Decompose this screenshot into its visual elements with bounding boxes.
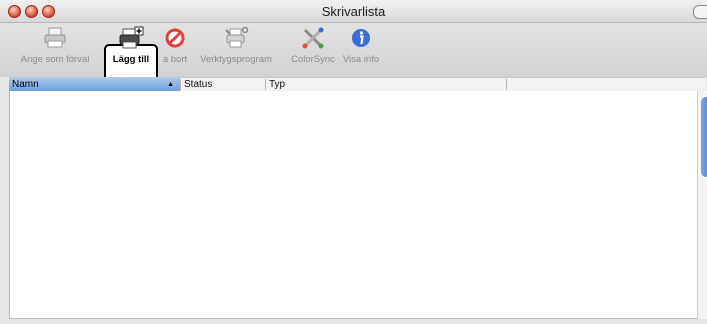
utility-button[interactable]: Verktygsprogram: [195, 26, 277, 65]
sort-ascending-icon: ▲: [167, 81, 174, 88]
delete-printer-button[interactable]: a bort: [159, 26, 191, 65]
printer-default-icon: [44, 27, 66, 48]
titlebar: Skrivarlista: [0, 0, 707, 23]
delete-printer-label: a bort: [162, 54, 188, 65]
column-status-label: Status: [184, 79, 213, 90]
printer-list[interactable]: [9, 91, 698, 319]
show-info-button[interactable]: Visa info: [339, 26, 383, 65]
delete-icon: [165, 28, 185, 48]
set-default-button[interactable]: Ange som förval: [16, 26, 94, 65]
utility-label: Verktygsprogram: [200, 54, 272, 65]
column-header-row: Namn ▲ Status Typ: [9, 77, 706, 92]
add-printer-label: Lägg till: [112, 54, 150, 65]
column-status[interactable]: Status: [181, 78, 265, 91]
window-title: Skrivarlista: [321, 4, 386, 19]
info-icon: [352, 29, 370, 47]
column-type-label: Typ: [269, 79, 286, 90]
toolbar: Ange som förval Lägg till a bort Verktyg…: [0, 23, 707, 97]
show-info-label: Visa info: [342, 54, 380, 65]
column-type[interactable]: Typ: [266, 78, 506, 91]
vertical-scrollbar[interactable]: [697, 91, 707, 319]
add-printer-icon: [119, 26, 144, 49]
scrollbar-thumb[interactable]: [701, 97, 707, 177]
colorsync-button[interactable]: ColorSync: [284, 26, 342, 65]
column-name-label: Namn: [12, 79, 39, 90]
set-default-label: Ange som förval: [20, 54, 90, 65]
column-name[interactable]: Namn ▲: [9, 78, 180, 91]
printer-list-window: Skrivarlista Ange som förval Lägg till a…: [0, 0, 707, 324]
utility-icon: [225, 26, 249, 48]
add-printer-button[interactable]: Lägg till: [106, 26, 156, 65]
colorsync-label: ColorSync: [291, 54, 335, 65]
toolbar-toggle-button[interactable]: [693, 5, 707, 19]
colorsync-icon: [302, 27, 324, 49]
window-bottom-edge: [0, 319, 707, 324]
